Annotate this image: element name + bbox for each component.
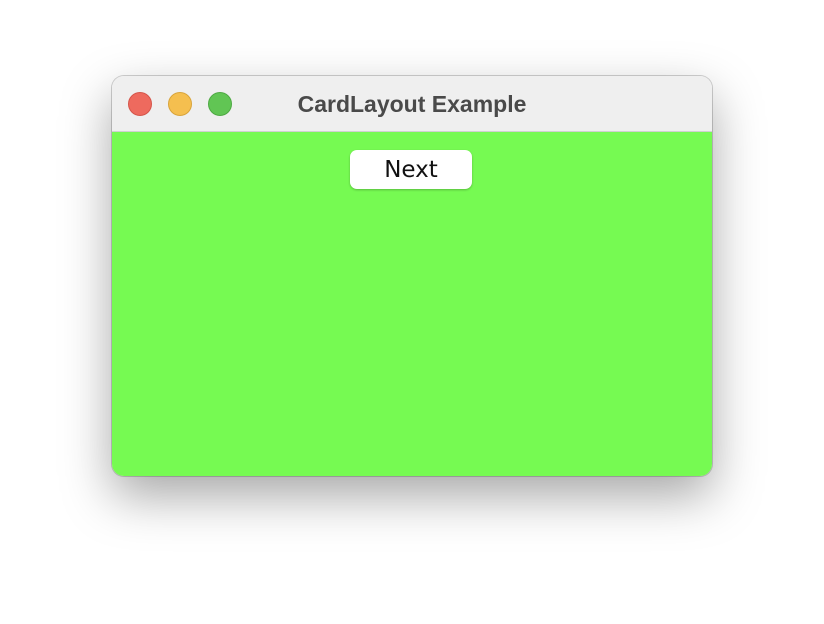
title-bar[interactable]: CardLayout Example — [112, 76, 712, 132]
next-button[interactable]: Next — [350, 150, 472, 189]
window-title: CardLayout Example — [297, 91, 527, 117]
app-window: CardLayout Example Next — [112, 76, 712, 476]
card-panel: Next — [112, 132, 712, 476]
